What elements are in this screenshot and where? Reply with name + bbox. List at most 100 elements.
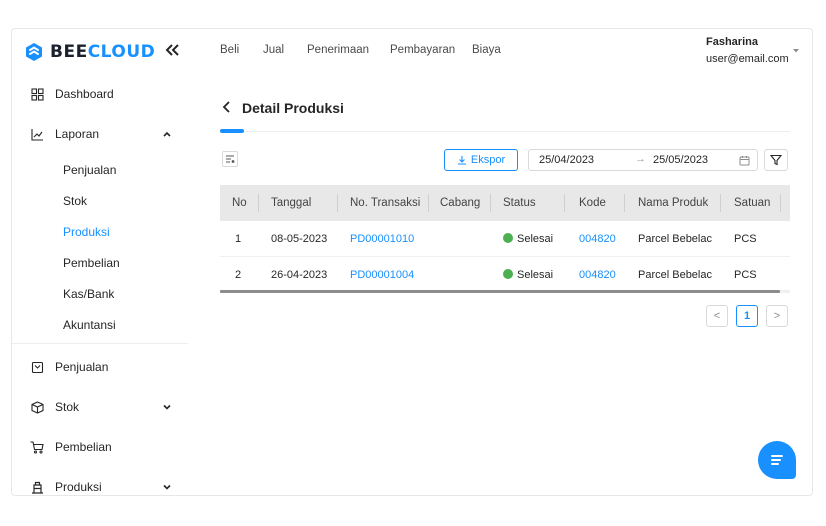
production-table: No Tanggal No. Transaksi Cabang Status K… xyxy=(220,185,790,291)
sidebar-subitem-kas-bank[interactable]: Kas/Bank xyxy=(63,287,114,301)
caret-down-icon[interactable] xyxy=(792,48,800,54)
sidebar-item-label: Pembelian xyxy=(55,440,112,454)
sidebar: BEECLOUD Dashboard Laporan Penjualan Sto… xyxy=(12,29,190,495)
column-separator xyxy=(780,194,781,212)
export-button[interactable]: Ekspor xyxy=(444,149,518,171)
column-header-nama-produk[interactable]: Nama Produk xyxy=(638,185,708,221)
back-arrow-icon[interactable] xyxy=(222,101,232,113)
cell-status: Selesai xyxy=(503,257,553,291)
status-dot-icon xyxy=(503,233,513,243)
pagination-next-button[interactable]: > xyxy=(766,305,788,327)
sidebar-subitem-produksi[interactable]: Produksi xyxy=(63,225,110,239)
nav-penerimaan[interactable]: Penerimaan xyxy=(307,44,369,56)
date-start-input[interactable]: 25/04/2023 xyxy=(539,154,594,166)
cell-transaksi-link[interactable]: PD00001004 xyxy=(350,257,414,291)
calendar-icon xyxy=(739,156,750,166)
filter-button[interactable] xyxy=(764,149,788,171)
user-name[interactable]: Fasharina xyxy=(706,36,758,48)
funnel-icon xyxy=(770,154,782,166)
sidebar-item-penjualan[interactable]: Penjualan xyxy=(12,351,190,383)
title-accent-bar xyxy=(220,129,244,133)
brand-logo[interactable]: BEECLOUD xyxy=(24,39,155,65)
sidebar-subitem-penjualan[interactable]: Penjualan xyxy=(63,163,116,177)
sidebar-item-label: Stok xyxy=(55,400,80,414)
cell-produk: Parcel Bebelac xyxy=(638,233,712,245)
download-icon xyxy=(457,156,466,165)
nav-jual[interactable]: Jual xyxy=(263,44,284,56)
date-end-input[interactable]: 25/05/2023 xyxy=(653,154,708,166)
sidebar-subitem-akuntansi[interactable]: Akuntansi xyxy=(63,318,116,332)
chevron-left-icon: < xyxy=(713,310,721,322)
top-header: Beli Jual Penerimaan Pembayaran Biaya Fa… xyxy=(190,29,812,73)
chat-icon xyxy=(771,455,783,465)
table-horizontal-scrollbar[interactable] xyxy=(220,290,790,293)
list-settings-icon xyxy=(226,155,235,163)
column-separator xyxy=(564,194,565,212)
sidebar-item-stok[interactable]: Stok xyxy=(12,391,190,423)
scrollbar-thumb[interactable] xyxy=(220,290,780,293)
pagination-page-1[interactable]: 1 xyxy=(736,305,758,327)
cart-icon xyxy=(30,440,44,454)
pagination-prev-button[interactable]: < xyxy=(706,305,728,327)
cell-transaksi-link[interactable]: PD00001010 xyxy=(350,221,414,257)
chevron-right-icon: > xyxy=(773,310,781,322)
sidebar-item-label: Laporan xyxy=(55,127,100,141)
export-label: Ekspor xyxy=(470,154,506,166)
box-icon xyxy=(30,400,44,414)
column-header-satuan[interactable]: Satuan xyxy=(734,185,770,221)
cell-no: 1 xyxy=(235,233,242,245)
sidebar-subitem-stok[interactable]: Stok xyxy=(63,194,87,208)
line-chart-icon xyxy=(30,127,44,141)
chevron-down-icon xyxy=(163,484,171,490)
sidebar-item-dashboard[interactable]: Dashboard xyxy=(12,78,190,110)
chevron-down-icon xyxy=(163,404,171,410)
date-range-arrow: → xyxy=(635,153,646,165)
nav-biaya[interactable]: Biaya xyxy=(472,44,501,56)
chat-button[interactable] xyxy=(758,441,796,479)
sidebar-divider xyxy=(12,343,188,344)
sidebar-item-pembelian[interactable]: Pembelian xyxy=(12,431,190,463)
column-header-cabang[interactable]: Cabang xyxy=(440,185,480,221)
status-text: Selesai xyxy=(517,269,554,281)
column-header-no[interactable]: No xyxy=(232,185,247,221)
nav-beli[interactable]: Beli xyxy=(220,44,239,56)
nav-pembayaran[interactable]: Pembayaran xyxy=(390,44,455,56)
bee-logo-icon xyxy=(26,43,42,61)
dashboard-grid-icon xyxy=(30,87,44,101)
cell-status: Selesai xyxy=(503,221,553,257)
column-header-kode[interactable]: Kode xyxy=(579,185,606,221)
column-header-status[interactable]: Status xyxy=(503,185,536,221)
table-row[interactable]: 2 26-04-2023 PD00001004 Selesai 004820 P… xyxy=(220,257,790,291)
cell-no: 2 xyxy=(235,269,242,281)
cell-tanggal: 08-05-2023 xyxy=(271,233,328,245)
factory-icon xyxy=(30,480,44,494)
brand-name: BEECLOUD xyxy=(50,42,156,62)
cell-kode-link[interactable]: 004820 xyxy=(579,221,616,257)
cell-produk: Parcel Bebelac xyxy=(638,269,712,281)
sidebar-item-produksi[interactable]: Produksi xyxy=(12,471,190,495)
table-row[interactable]: 1 08-05-2023 PD00001010 Selesai 004820 P… xyxy=(220,221,790,257)
cell-tanggal: 26-04-2023 xyxy=(271,269,328,281)
double-chevron-left-icon[interactable] xyxy=(164,41,180,62)
main-content: Detail Produksi Ekspor 25/04/2023 → 25/0… xyxy=(190,73,812,495)
table-header: No Tanggal No. Transaksi Cabang Status K… xyxy=(220,185,790,221)
cell-satuan: PCS xyxy=(734,233,757,245)
column-separator xyxy=(337,194,338,212)
title-divider xyxy=(220,131,790,132)
app-frame: BEECLOUD Dashboard Laporan Penjualan Sto… xyxy=(11,28,813,496)
column-header-tanggal[interactable]: Tanggal xyxy=(271,185,311,221)
date-range-picker[interactable]: 25/04/2023 → 25/05/2023 xyxy=(528,149,758,171)
status-text: Selesai xyxy=(517,233,554,245)
sidebar-item-label: Dashboard xyxy=(55,87,114,101)
cell-kode-link[interactable]: 004820 xyxy=(579,257,616,291)
column-separator xyxy=(720,194,721,212)
column-header-no-transaksi[interactable]: No. Transaksi xyxy=(350,185,420,221)
chevron-up-icon xyxy=(163,131,171,137)
page-title: Detail Produksi xyxy=(242,100,344,116)
sidebar-item-laporan[interactable]: Laporan xyxy=(12,118,190,150)
column-settings-button[interactable] xyxy=(222,151,238,167)
user-email[interactable]: user@email.com xyxy=(706,53,789,65)
cell-satuan: PCS xyxy=(734,269,757,281)
sidebar-item-label: Penjualan xyxy=(55,360,109,374)
sidebar-subitem-pembelian[interactable]: Pembelian xyxy=(63,256,120,270)
